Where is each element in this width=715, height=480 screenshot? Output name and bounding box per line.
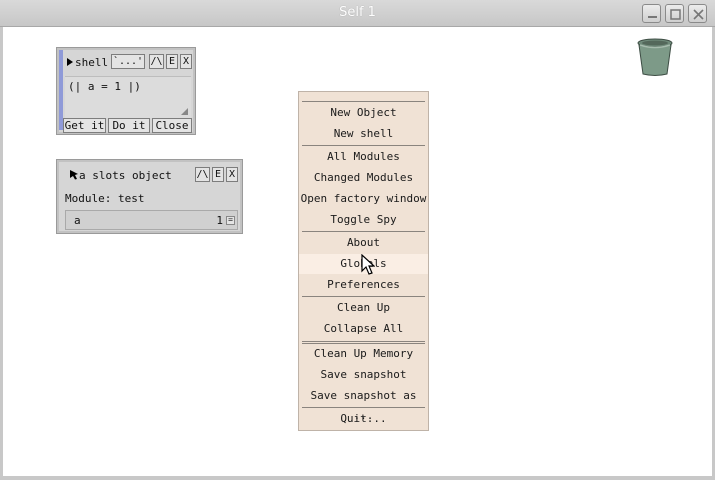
menu-item-clean-up[interactable]: Clean Up bbox=[299, 298, 428, 318]
shell-code-editor[interactable]: (| a = 1 |) bbox=[65, 76, 191, 118]
menu-separator bbox=[302, 341, 425, 342]
menu-item-collapse-all[interactable]: Collapse All bbox=[299, 319, 428, 339]
window-frame-left bbox=[0, 27, 3, 480]
slots-object-outliner[interactable]: a slots object /\ E X Module: test a 1 = bbox=[56, 159, 243, 234]
menu-item-quit[interactable]: Quit... bbox=[299, 409, 428, 429]
shell-title: shell bbox=[75, 56, 109, 69]
menu-separator bbox=[302, 231, 425, 232]
minimize-icon bbox=[648, 16, 657, 18]
slots-parent-button[interactable]: /\ bbox=[195, 167, 210, 182]
module-label: Module: test bbox=[65, 192, 145, 205]
expand-triangle-icon[interactable] bbox=[67, 58, 73, 66]
maximize-icon bbox=[670, 9, 681, 20]
slots-header: a slots object /\ E X bbox=[65, 167, 241, 184]
menu-item-toggle-spy[interactable]: Toggle Spy bbox=[299, 210, 428, 230]
slots-evaluator-button[interactable]: E bbox=[212, 167, 224, 182]
menu-item-open-factory[interactable]: Open factory window bbox=[299, 189, 428, 209]
menu-separator bbox=[302, 296, 425, 297]
menu-item-clean-up-memory[interactable]: Clean Up Memory bbox=[299, 344, 428, 364]
resize-handle-icon[interactable] bbox=[181, 108, 188, 115]
menu-item-save-snapshot[interactable]: Save snapshot bbox=[299, 365, 428, 385]
close-button[interactable] bbox=[688, 4, 707, 23]
window-title: Self 1 bbox=[339, 5, 376, 20]
menu-item-new-object[interactable]: New Object bbox=[299, 103, 428, 123]
slot-name: a bbox=[74, 214, 81, 227]
shell-parent-button[interactable]: /\ bbox=[149, 54, 164, 69]
shell-annotation-button[interactable]: `...' bbox=[111, 54, 145, 69]
get-it-button[interactable]: Get it bbox=[63, 118, 106, 133]
shell-outliner[interactable]: shell `...' /\ E X (| a = 1 |) Get it Do… bbox=[56, 47, 196, 135]
do-it-button[interactable]: Do it bbox=[108, 118, 150, 133]
menu-item-about[interactable]: About bbox=[299, 233, 428, 253]
mouse-pointer-icon bbox=[361, 254, 375, 275]
shell-header: shell `...' /\ E X bbox=[65, 54, 193, 71]
maximize-button[interactable] bbox=[665, 4, 684, 23]
shell-code-text: (| a = 1 |) bbox=[68, 80, 141, 93]
menu-item-preferences[interactable]: Preferences bbox=[299, 275, 428, 295]
menu-separator bbox=[302, 145, 425, 146]
slot-menu-icon[interactable]: = bbox=[226, 216, 235, 225]
slots-dismiss-button[interactable]: X bbox=[226, 167, 238, 182]
menu-item-all-modules[interactable]: All Modules bbox=[299, 147, 428, 167]
trash-icon[interactable] bbox=[636, 38, 674, 76]
close-icon bbox=[693, 9, 704, 20]
grab-arrow-icon[interactable] bbox=[69, 169, 79, 180]
menu-item-new-shell[interactable]: New shell bbox=[299, 124, 428, 144]
title-bar: Self 1 bbox=[0, 0, 715, 27]
slot-value: 1 bbox=[216, 214, 223, 227]
shell-evaluator-button[interactable]: E bbox=[166, 54, 178, 69]
minimize-button[interactable] bbox=[642, 4, 661, 23]
close-button-shell[interactable]: Close bbox=[152, 118, 192, 133]
menu-item-changed-modules[interactable]: Changed Modules bbox=[299, 168, 428, 188]
menu-item-save-snapshot-as[interactable]: Save snapshot as ... bbox=[299, 386, 428, 422]
menu-separator bbox=[302, 407, 425, 408]
window-frame-bottom bbox=[0, 476, 715, 480]
slot-row[interactable]: a 1 = bbox=[65, 210, 238, 230]
slots-title: a slots object bbox=[79, 169, 172, 182]
menu-separator bbox=[302, 101, 425, 102]
shell-dismiss-button[interactable]: X bbox=[180, 54, 192, 69]
